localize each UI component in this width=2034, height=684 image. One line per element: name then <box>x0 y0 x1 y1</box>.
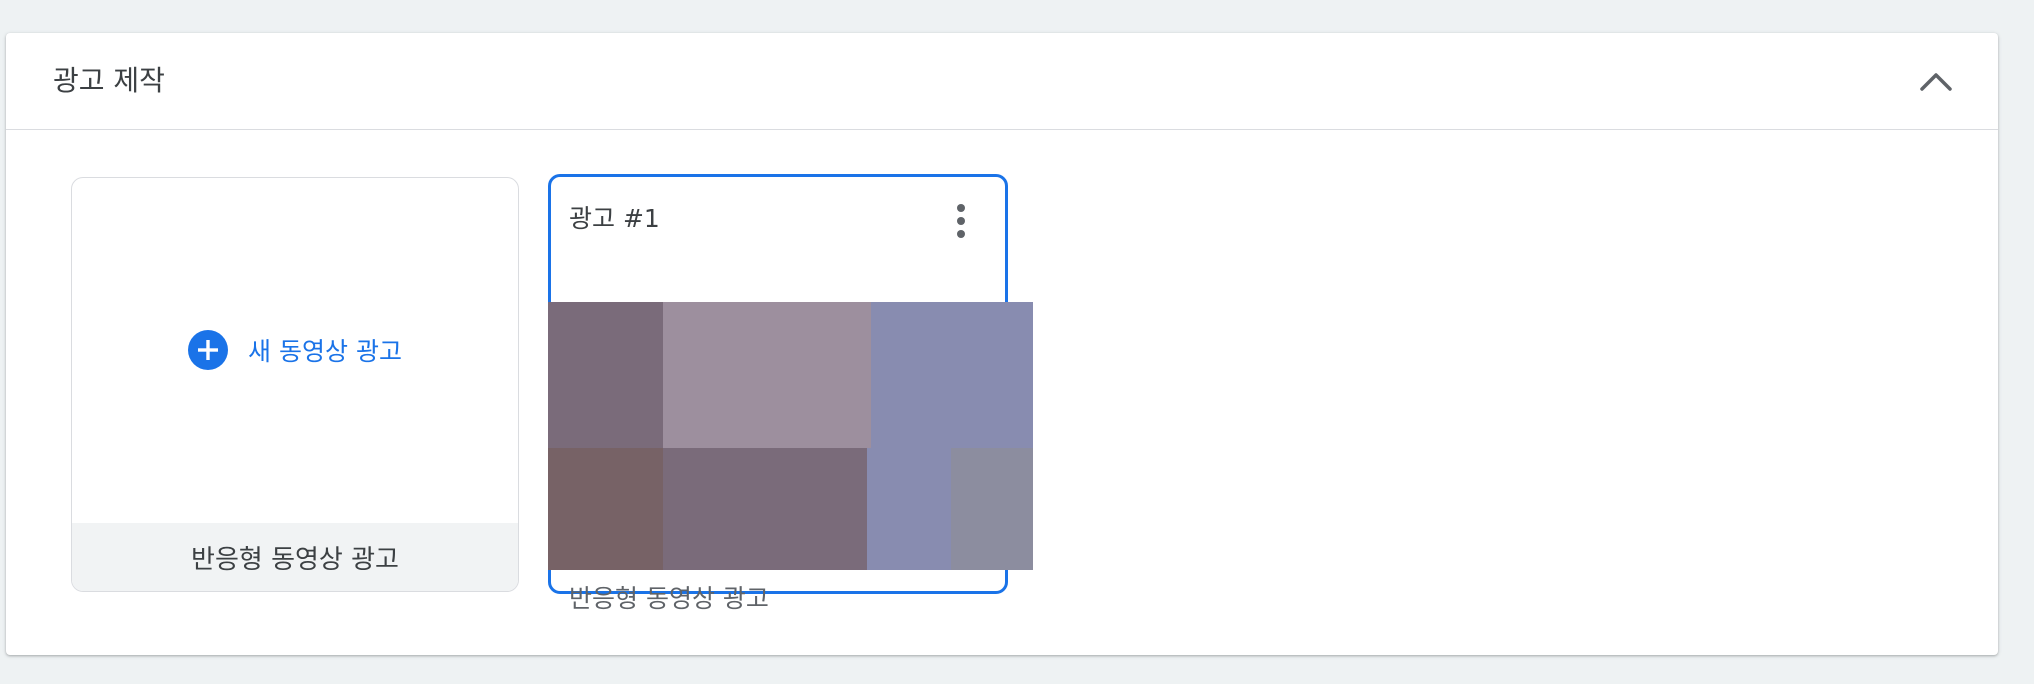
more-options-button[interactable] <box>943 199 979 243</box>
ad-card[interactable]: 광고 #1 반응형 동영상 광고 <box>548 174 1033 613</box>
ad-card-title: 광고 #1 <box>569 204 660 233</box>
new-video-ad-card[interactable]: 새 동영상 광고 반응형 동영상 광고 <box>71 177 519 592</box>
panel-title: 광고 제작 <box>53 64 165 97</box>
new-video-ad-label: 새 동영상 광고 <box>248 337 402 366</box>
more-vert-icon <box>957 204 965 238</box>
new-card-footer: 반응형 동영상 광고 <box>72 523 518 591</box>
add-circle-icon <box>188 330 229 370</box>
new-video-ad-button[interactable]: 새 동영상 광고 <box>188 330 402 370</box>
chevron-up-icon <box>1920 73 1952 91</box>
ad-card-subtitle: 반응형 동영상 광고 <box>569 584 769 613</box>
ad-thumbnail <box>548 302 1033 570</box>
ad-card-header: 광고 #1 <box>551 177 1005 263</box>
collapse-button[interactable] <box>1914 59 1958 103</box>
new-video-ad-area: 새 동영상 광고 <box>72 178 518 522</box>
panel-header: 광고 제작 <box>6 33 1998 130</box>
ad-creation-panel: 광고 제작 새 동영상 광고 반응형 동영상 광고 광고 #1 반응형 동영상 … <box>6 33 1998 655</box>
